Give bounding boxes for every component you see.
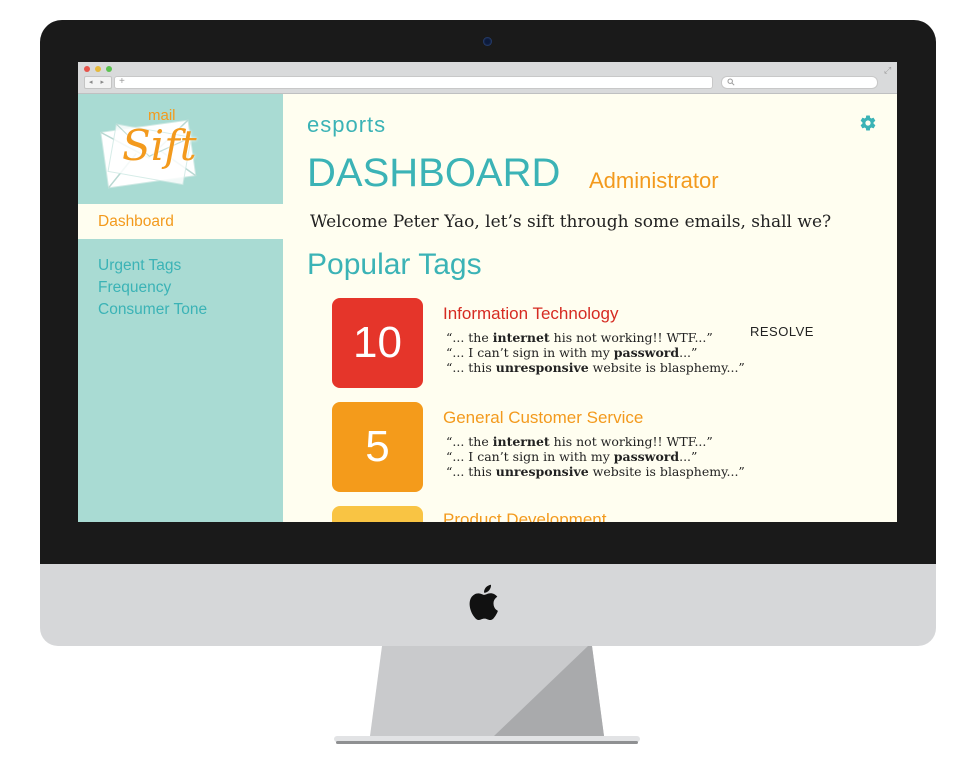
gear-icon[interactable]	[859, 114, 877, 132]
main-content: esports DASHBOARD Administrator Welcome …	[283, 94, 897, 522]
resolve-button[interactable]: RESOLVE	[750, 324, 814, 339]
new-tab-icon: +	[119, 76, 125, 87]
camera-dot	[483, 37, 492, 46]
tag-quote: “... this unresponsive website is blasph…	[446, 464, 745, 479]
browser-toolbar: ◂ ▸ + ⤢	[78, 62, 897, 94]
browser-search-input[interactable]	[721, 76, 878, 89]
search-icon	[727, 78, 735, 86]
tag-quote: “... I can’t sign in with my password...…	[446, 449, 698, 464]
tag-quote: “... the internet his not working!! WTF.…	[446, 434, 713, 449]
sidebar-item-consumer-tone[interactable]: Consumer Tone	[98, 301, 207, 319]
monitor-stand	[334, 646, 640, 744]
welcome-message: Welcome Peter Yao, let’s sift through so…	[310, 212, 832, 232]
apple-logo-icon	[469, 584, 498, 621]
screen: ◂ ▸ + ⤢ mail Sift Dashboard Urgent Tags …	[78, 62, 897, 522]
mailsift-logo[interactable]: mail Sift	[92, 100, 204, 196]
expand-icon[interactable]: ⤢	[884, 65, 891, 76]
sidebar-item-frequency[interactable]: Frequency	[98, 279, 171, 297]
maximize-window-button[interactable]	[106, 66, 112, 72]
sidebar-item-urgent-tags[interactable]: Urgent Tags	[98, 257, 181, 275]
user-role: Administrator	[589, 168, 719, 193]
back-forward-buttons[interactable]: ◂ ▸	[84, 76, 112, 89]
sidebar: mail Sift Dashboard Urgent Tags Frequenc…	[78, 94, 283, 522]
minimize-window-button[interactable]	[95, 66, 101, 72]
sidebar-item-label: Dashboard	[98, 213, 174, 230]
page-title: DASHBOARD	[307, 151, 561, 195]
organization-name: esports	[307, 112, 387, 137]
tag-quote: “... this unresponsive website is blasph…	[446, 360, 745, 375]
section-title: Popular Tags	[307, 248, 482, 281]
logo-sift-text: Sift	[122, 121, 197, 170]
tag-name[interactable]: Information Technology	[443, 304, 618, 324]
tag-count-badge[interactable]: 5	[332, 402, 423, 492]
tag-name[interactable]: Product Development	[443, 510, 606, 522]
tag-count-badge[interactable]	[332, 506, 423, 522]
tag-name[interactable]: General Customer Service	[443, 408, 643, 428]
close-window-button[interactable]	[84, 66, 90, 72]
tag-quote: “... I can’t sign in with my password...…	[446, 345, 698, 360]
tag-quote: “... the internet his not working!! WTF.…	[446, 330, 713, 345]
address-bar[interactable]: +	[114, 76, 713, 89]
tag-count-badge[interactable]: 10	[332, 298, 423, 388]
sidebar-item-dashboard[interactable]: Dashboard	[78, 204, 283, 239]
